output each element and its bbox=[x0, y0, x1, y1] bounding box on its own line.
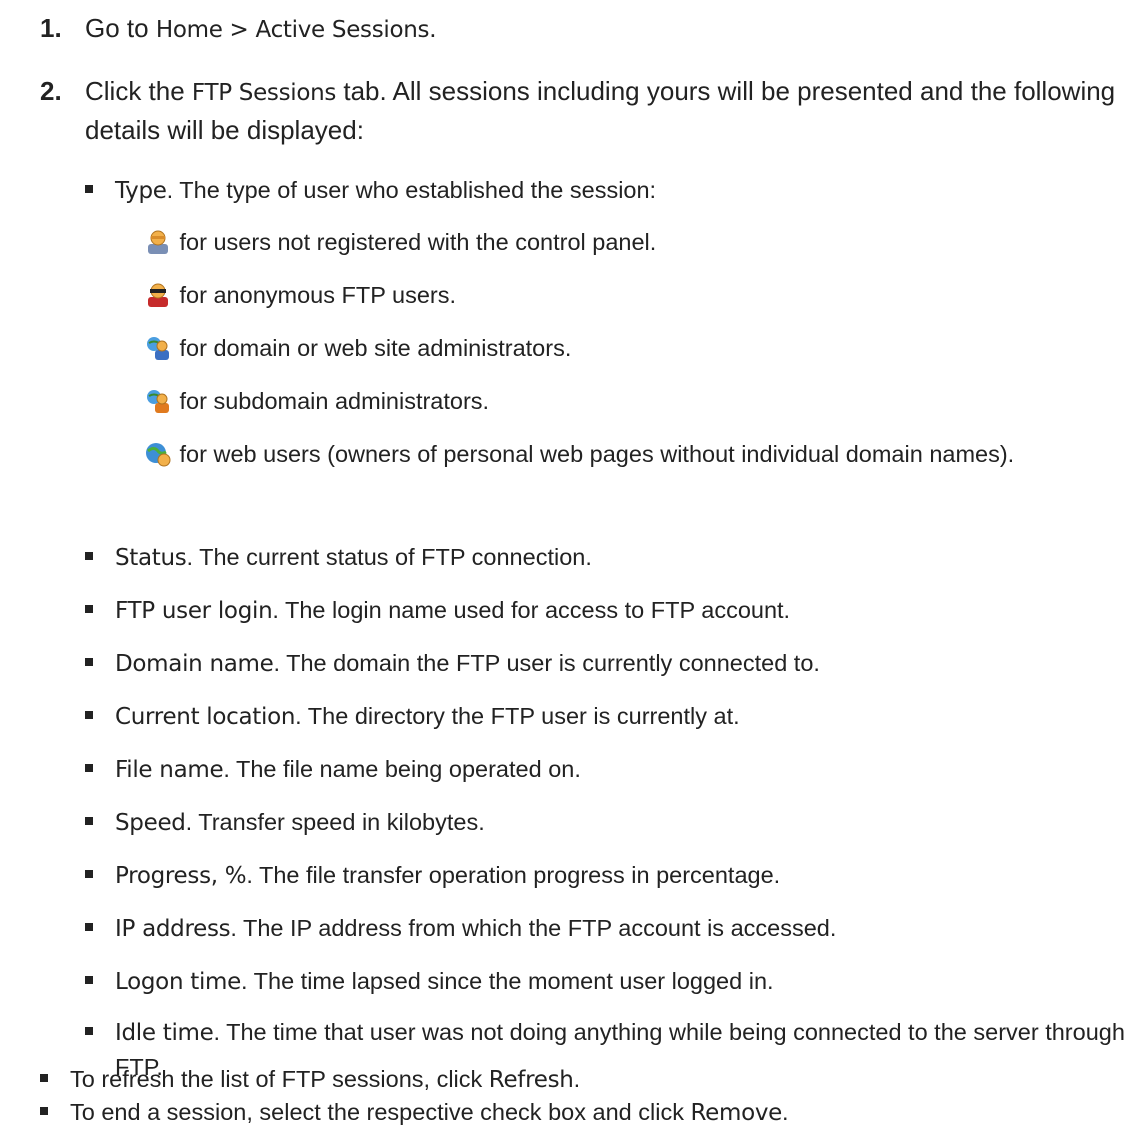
detail-desc: . The type of user who established the s… bbox=[166, 177, 657, 203]
step-2: 2. Click the FTP Sessions tab. All sessi… bbox=[40, 73, 1140, 149]
action-remove: To end a session, select the respective … bbox=[40, 1095, 1140, 1130]
detail-item: IP address. The IP address from which th… bbox=[85, 911, 1145, 946]
remove-button-label: Remove bbox=[690, 1100, 783, 1126]
detail-item: File name. The file name being operated … bbox=[85, 752, 1145, 787]
subdomain-admin-icon bbox=[147, 390, 169, 413]
detail-term: Type bbox=[115, 178, 167, 204]
detail-term: Domain name bbox=[115, 651, 274, 677]
detail-item: Logon time. The time lapsed since the mo… bbox=[85, 964, 1145, 999]
bullet bbox=[85, 1027, 93, 1035]
bullet bbox=[85, 605, 93, 613]
detail-term: FTP user login bbox=[115, 598, 273, 624]
bullet bbox=[40, 1107, 48, 1115]
detail-term: File name bbox=[115, 757, 224, 783]
detail-item: Speed. Transfer speed in kilobytes. bbox=[85, 805, 1145, 840]
bullet bbox=[85, 923, 93, 931]
step-text: Go to Home > Active Sessions. bbox=[85, 13, 437, 43]
step-number: 1. bbox=[40, 13, 62, 43]
bullet bbox=[85, 711, 93, 719]
detail-item: Status. The current status of FTP connec… bbox=[85, 540, 1145, 575]
action-refresh: To refresh the list of FTP sessions, cli… bbox=[40, 1062, 1140, 1097]
detail-desc: . The file name being operated on. bbox=[223, 756, 581, 782]
detail-term: Status bbox=[115, 545, 187, 571]
ui-path: Home > Active Sessions bbox=[155, 17, 430, 43]
detail-desc: . Transfer speed in kilobytes. bbox=[185, 809, 485, 835]
detail-item: Domain name. The domain the FTP user is … bbox=[85, 646, 1145, 681]
detail-desc: . The directory the FTP user is currentl… bbox=[295, 703, 740, 729]
step-text: Click the FTP Sessions tab. All sessions… bbox=[85, 76, 1116, 145]
user-type-row: for subdomain administrators. bbox=[145, 384, 1135, 418]
bullet bbox=[85, 817, 93, 825]
unregistered-user-icon bbox=[148, 230, 168, 254]
bullet bbox=[85, 976, 93, 984]
detail-item: FTP user login. The login name used for … bbox=[85, 593, 1145, 628]
detail-item-type: Type. The type of user who established t… bbox=[85, 173, 1145, 208]
bullet bbox=[85, 185, 93, 193]
web-user-icon bbox=[146, 443, 171, 467]
bullet bbox=[85, 658, 93, 666]
detail-term: IP address bbox=[115, 916, 231, 942]
detail-desc: . The file transfer operation progress i… bbox=[246, 862, 781, 888]
detail-desc: . The current status of FTP connection. bbox=[186, 544, 592, 570]
step-number: 2. bbox=[40, 76, 62, 106]
user-type-row: for web users (owners of personal web pa… bbox=[145, 437, 1135, 471]
detail-desc: . The IP address from which the FTP acco… bbox=[230, 915, 837, 941]
detail-term: Logon time bbox=[115, 969, 242, 995]
detail-term: Progress, % bbox=[115, 863, 247, 889]
detail-desc: . The time lapsed since the moment user … bbox=[241, 968, 774, 994]
ui-tab-name: FTP Sessions bbox=[191, 80, 337, 106]
bullet bbox=[85, 764, 93, 772]
bullet bbox=[40, 1074, 48, 1082]
bullet bbox=[85, 552, 93, 560]
domain-admin-icon bbox=[147, 337, 169, 360]
bullet bbox=[85, 870, 93, 878]
detail-item: Current location. The directory the FTP … bbox=[85, 699, 1145, 734]
detail-term: Current location bbox=[115, 704, 296, 730]
anonymous-ftp-user-icon bbox=[148, 283, 168, 307]
refresh-button-label: Refresh bbox=[488, 1067, 574, 1093]
detail-term: Speed bbox=[115, 810, 186, 836]
step-1: 1. Go to Home > Active Sessions. bbox=[40, 10, 1140, 49]
user-type-row: for anonymous FTP users. bbox=[145, 278, 1135, 312]
detail-item: Progress, %. The file transfer operation… bbox=[85, 858, 1145, 893]
user-type-row: for domain or web site administrators. bbox=[145, 331, 1135, 365]
detail-desc: . The domain the FTP user is currently c… bbox=[273, 650, 820, 676]
detail-term: Idle time bbox=[115, 1020, 214, 1046]
user-type-row: for users not registered with the contro… bbox=[145, 225, 1135, 259]
detail-desc: . The login name used for access to FTP … bbox=[272, 597, 791, 623]
